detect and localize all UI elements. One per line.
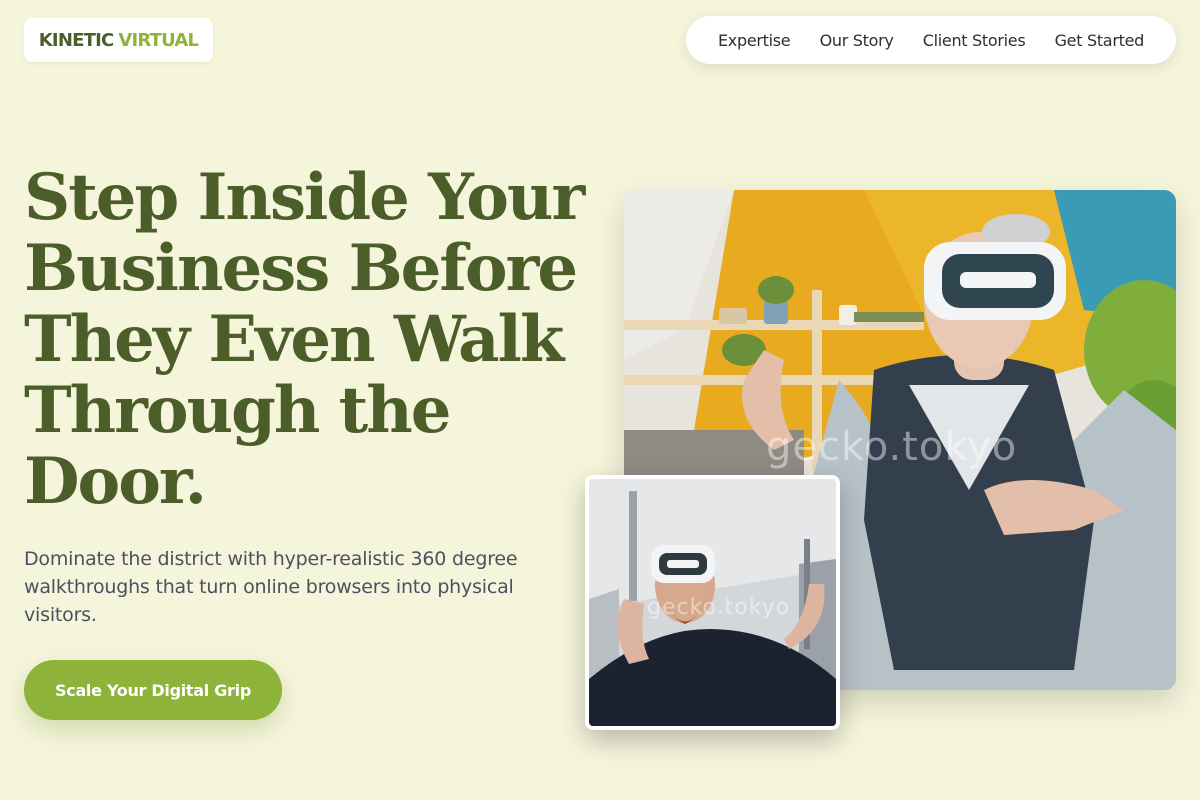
main-nav: Expertise Our Story Client Stories Get S… [686, 16, 1176, 64]
hero-headline: Step Inside Your Business Before They Ev… [24, 160, 585, 519]
cta-button[interactable]: Scale Your Digital Grip [24, 660, 282, 720]
brand-name-part1: KINETIC [38, 29, 114, 51]
hero-photo-secondary: gecko.tokyo [585, 475, 840, 730]
nav-item-get-started[interactable]: Get Started [1055, 31, 1145, 50]
hero-subheadline: Dominate the district with hyper-realist… [24, 548, 518, 626]
watermark-main: gecko.tokyo [766, 424, 1018, 470]
brand-logo[interactable]: KINETIC VIRTUAL [24, 18, 213, 62]
nav-item-our-story[interactable]: Our Story [820, 31, 894, 50]
watermark-secondary: gecko.tokyo [647, 595, 791, 620]
brand-name-part2: VIRTUAL [118, 29, 199, 51]
nav-item-expertise[interactable]: Expertise [718, 31, 791, 50]
nav-item-client-stories[interactable]: Client Stories [923, 31, 1026, 50]
